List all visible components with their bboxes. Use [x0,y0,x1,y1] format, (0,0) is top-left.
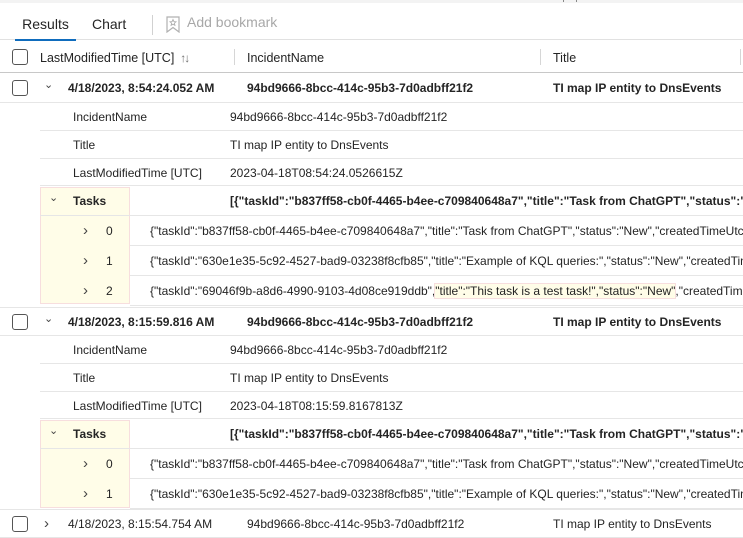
table-row[interactable]: › 4/18/2023, 8:15:54.754 AM 94bd9666-8bc… [0,509,743,538]
cell-time: 4/18/2023, 8:15:54.754 AM [68,517,213,531]
task-value-highlight: "title":"This task is a test task!","sta… [434,283,677,299]
detail-value: TI map IP entity to DnsEvents [230,138,389,152]
task-value: {"taskId":"69046f9b-a8d6-4990-9103-4d08c… [150,276,743,306]
detail-label: Title [73,138,96,152]
detail-row: IncidentName 94bd9666-8bcc-414c-95b3-7d0… [40,336,743,364]
tab-results-label: Results [22,16,69,32]
column-last-modified-label: LastModifiedTime [UTC] [40,51,175,65]
column-resize-handle[interactable] [540,49,541,65]
add-bookmark-button[interactable]: Add bookmark [166,3,277,40]
row-checkbox[interactable] [12,516,28,532]
column-header: LastModifiedTime [UTC] ↑↓ IncidentName Ti… [0,41,743,73]
task-item-row[interactable]: › 0 {"taskId":"b837ff58-cb0f-4465-b4ee-c… [83,216,743,246]
task-item-row[interactable]: › 0 {"taskId":"b837ff58-cb0f-4465-b4ee-c… [83,449,743,479]
task-index: 2 [106,284,113,298]
resize-grip[interactable] [563,0,577,2]
task-item-row[interactable]: › 1 {"taskId":"630e1e35-5c92-4527-bad9-0… [83,246,743,276]
detail-row: Title TI map IP entity to DnsEvents [40,131,743,159]
table-row[interactable]: ⌄ 4/18/2023, 8:54:24.052 AM 94bd9666-8bc… [0,74,743,103]
detail-row: LastModifiedTime [UTC] 2023-04-18T08:54:… [40,159,743,186]
detail-label: IncidentName [73,110,148,124]
add-bookmark-label: Add bookmark [187,13,278,30]
task-value-post: ,"createdTime [675,284,743,298]
chevron-right-icon[interactable]: › [83,246,88,276]
row-checkbox[interactable] [12,314,28,330]
task-index: 0 [106,224,113,238]
toolbar-divider [152,15,153,35]
cell-title: TI map IP entity to DnsEvents [553,517,712,531]
cell-time: 4/18/2023, 8:15:59.816 AM [68,315,215,329]
task-index: 0 [106,457,113,471]
task-item-row[interactable]: › 1 {"taskId":"630e1e35-5c92-4527-bad9-0… [83,479,743,509]
tab-results[interactable]: Results [15,3,76,41]
table-row[interactable]: ⌄ 4/18/2023, 8:15:59.816 AM 94bd9666-8bc… [0,307,743,336]
tasks-label: Tasks [73,427,107,441]
chevron-down-icon[interactable]: ⌄ [49,183,58,213]
task-value: {"taskId":"630e1e35-5c92-4527-bad9-03238… [150,487,743,501]
column-incident-name[interactable]: IncidentName [247,41,324,73]
select-all-checkbox[interactable] [12,49,28,65]
detail-label: IncidentName [73,343,148,357]
detail-label: LastModifiedTime [UTC] [73,399,202,413]
detail-label: Title [73,371,96,385]
cell-incident-name: 94bd9666-8bcc-414c-95b3-7d0adbff21f2 [247,315,474,329]
detail-label: LastModifiedTime [UTC] [73,166,202,180]
column-title-label: Title [553,51,577,65]
results-tabs: Results Chart Add bookmark [0,3,743,41]
task-value: {"taskId":"b837ff58-cb0f-4465-b4ee-c7098… [150,457,743,471]
cell-incident-name: 94bd9666-8bcc-414c-95b3-7d0adbff21f2 [247,517,465,531]
chevron-down-icon[interactable]: ⌄ [49,416,58,446]
detail-value: 94bd9666-8bcc-414c-95b3-7d0adbff21f2 [230,343,448,357]
detail-row: LastModifiedTime [UTC] 2023-04-18T08:15:… [40,392,743,419]
cell-time: 4/18/2023, 8:54:24.052 AM [68,81,215,95]
chevron-right-icon[interactable]: › [44,510,49,538]
tasks-summary: [{"taskId":"b837ff58-cb0f-4465-b4ee-c709… [230,427,743,441]
chevron-right-icon[interactable]: › [83,449,88,479]
detail-value: 94bd9666-8bcc-414c-95b3-7d0adbff21f2 [230,110,448,124]
task-value: {"taskId":"b837ff58-cb0f-4465-b4ee-c7098… [150,224,743,238]
task-index: 1 [106,254,113,268]
cell-incident-name: 94bd9666-8bcc-414c-95b3-7d0adbff21f2 [247,81,474,95]
chevron-right-icon[interactable]: › [83,216,88,246]
tab-chart[interactable]: Chart [92,3,126,40]
detail-row: Title TI map IP entity to DnsEvents [40,364,743,392]
task-value: {"taskId":"630e1e35-5c92-4527-bad9-03238… [150,254,743,268]
tab-chart-label: Chart [92,16,127,32]
task-item-row[interactable]: › 2 {"taskId":"69046f9b-a8d6-4990-9103-4… [83,276,743,306]
cell-title: TI map IP entity to DnsEvents [553,81,722,95]
column-last-modified[interactable]: LastModifiedTime [UTC] ↑↓ [40,41,190,73]
tasks-row[interactable]: ⌄ Tasks [{"taskId":"b837ff58-cb0f-4465-b… [40,186,743,216]
detail-row: IncidentName 94bd9666-8bcc-414c-95b3-7d0… [40,103,743,131]
column-incident-name-label: IncidentName [247,51,325,65]
detail-value: TI map IP entity to DnsEvents [230,371,389,385]
cell-title: TI map IP entity to DnsEvents [553,315,722,329]
detail-value: 2023-04-18T08:54:24.0526615Z [230,166,403,180]
chevron-down-icon[interactable]: ⌄ [44,71,53,99]
bookmark-icon [166,15,180,33]
column-resize-handle[interactable] [740,49,741,65]
column-title[interactable]: Title [553,41,576,73]
chevron-right-icon[interactable]: › [83,479,88,509]
sort-icon[interactable]: ↑↓ [180,51,190,65]
row-checkbox[interactable] [12,80,28,96]
chevron-right-icon[interactable]: › [83,276,88,306]
task-value-pre: {"taskId":"69046f9b-a8d6-4990-9103-4d08c… [150,284,436,298]
tasks-row[interactable]: ⌄ Tasks [{"taskId":"b837ff58-cb0f-4465-b… [40,419,743,449]
tasks-summary: [{"taskId":"b837ff58-cb0f-4465-b4ee-c709… [230,194,743,208]
task-index: 1 [106,487,113,501]
detail-value: 2023-04-18T08:15:59.8167813Z [230,399,403,413]
column-resize-handle[interactable] [234,49,235,65]
chevron-down-icon[interactable]: ⌄ [44,305,53,333]
tasks-label: Tasks [73,194,107,208]
